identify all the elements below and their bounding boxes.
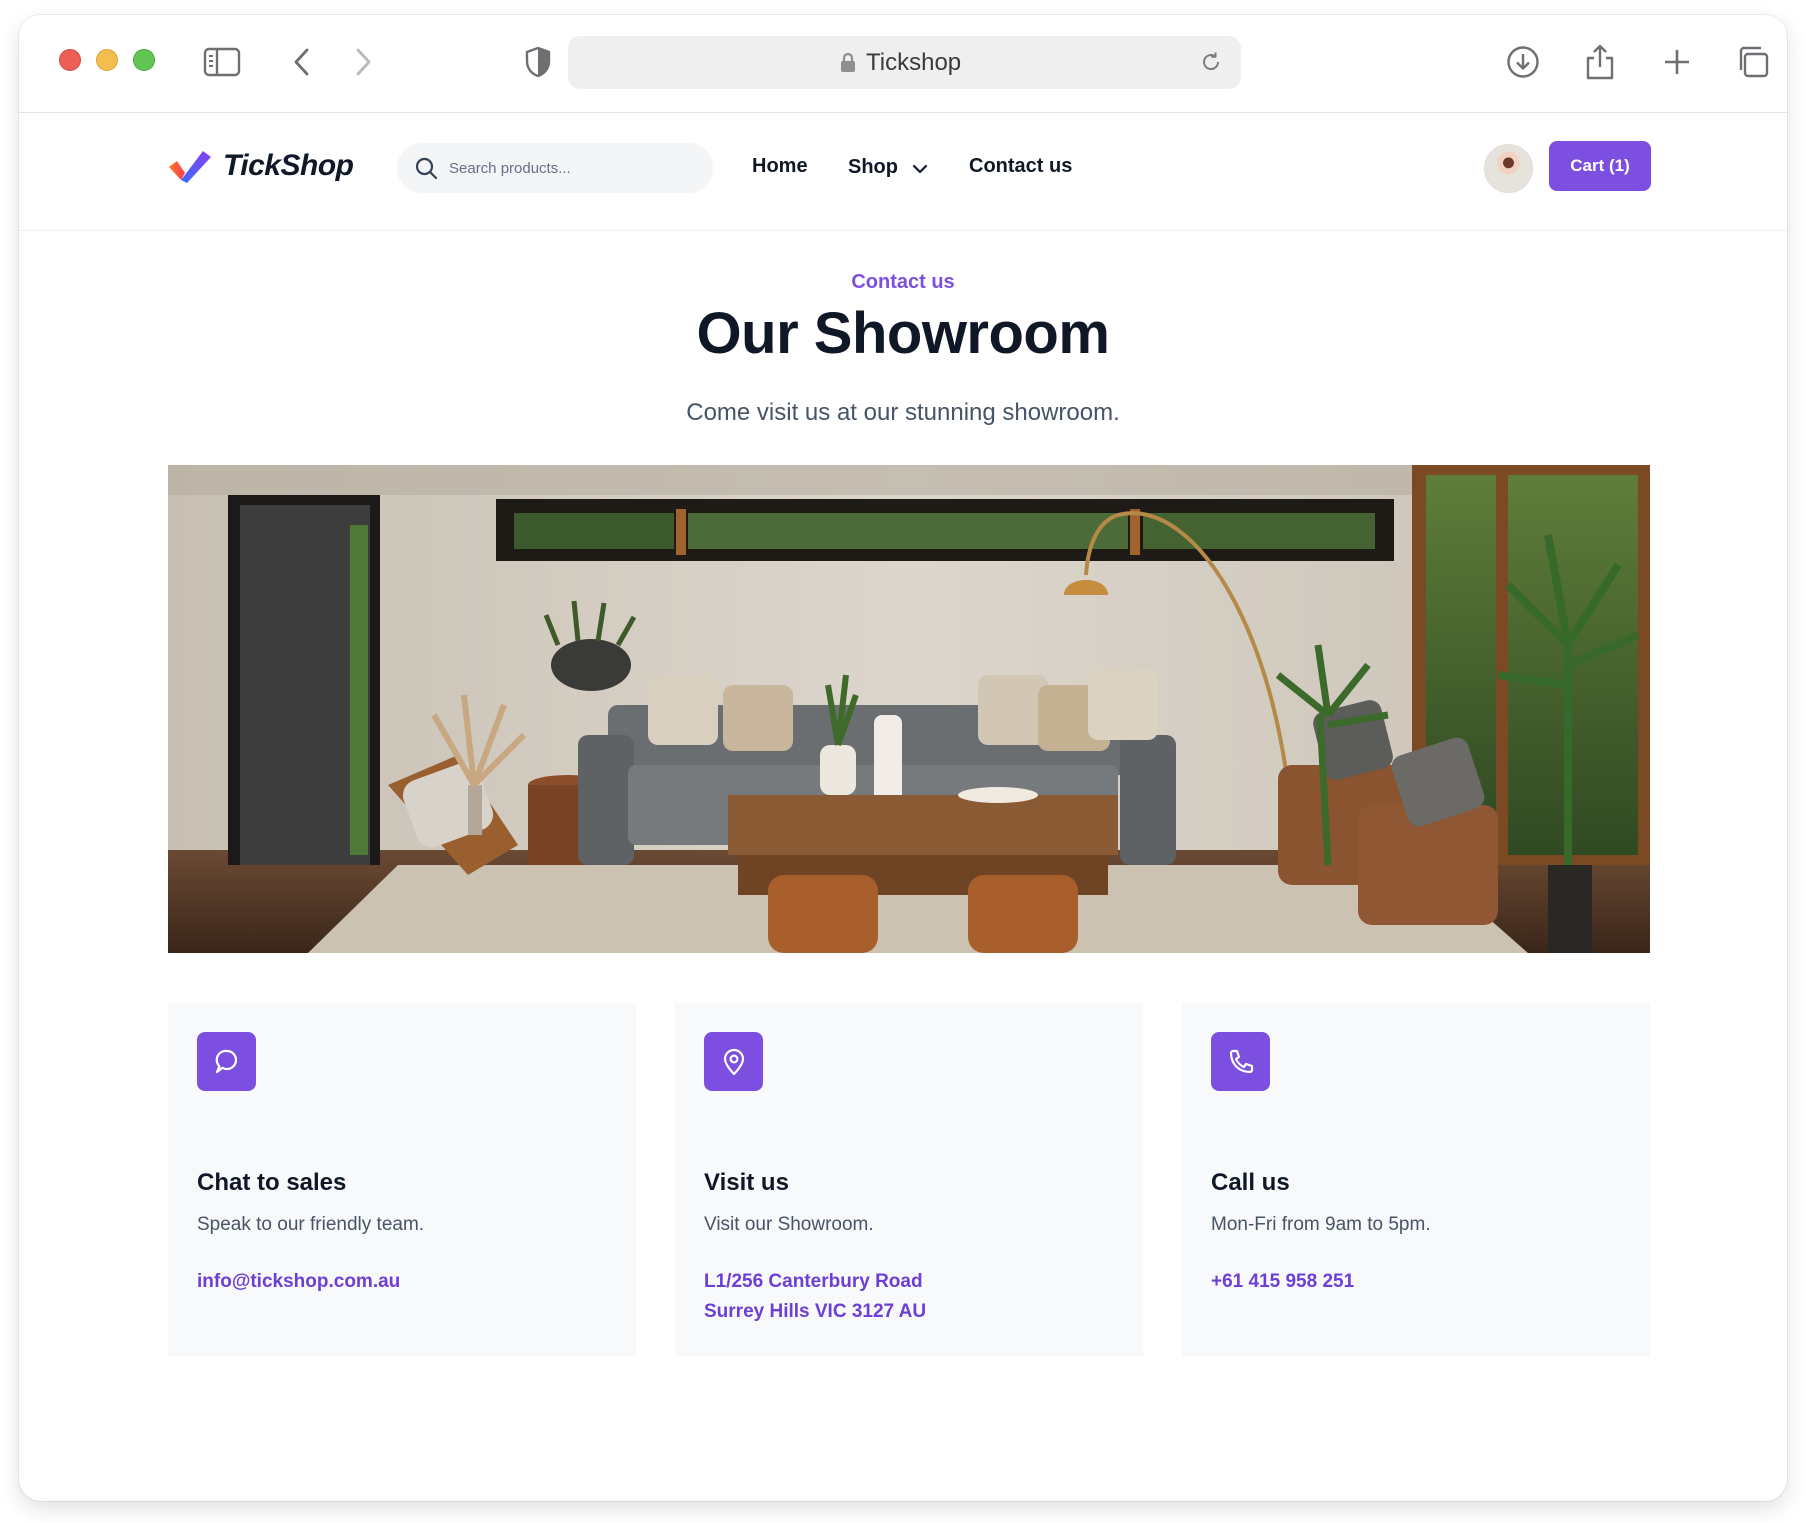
downloads-icon[interactable] (1503, 42, 1543, 82)
search-bar[interactable] (397, 143, 713, 193)
reload-icon[interactable] (1199, 50, 1223, 79)
search-input[interactable] (449, 156, 699, 180)
phone-link[interactable]: +61 415 958 251 (1211, 1267, 1354, 1297)
section-eyebrow: Contact us (851, 271, 955, 293)
browser-toolbar: Tickshop (19, 15, 1787, 113)
tickshop-logo[interactable]: TickShop (167, 149, 354, 183)
address-line-1: L1/256 Canterbury Road (704, 1271, 923, 1292)
address-line-2: Surrey Hills VIC 3127 AU (704, 1301, 927, 1322)
map-pin-icon (704, 1032, 763, 1091)
lock-icon (840, 52, 856, 78)
tab-overview-icon[interactable] (1733, 42, 1773, 82)
card-title: Visit us (704, 1169, 789, 1196)
card-description: Visit our Showroom. (704, 1214, 874, 1235)
card-title: Chat to sales (197, 1169, 347, 1196)
nav-home[interactable]: Home (752, 155, 808, 178)
back-icon[interactable] (282, 42, 322, 82)
contact-card-visit: Visit us Visit our Showroom. L1/256 Cant… (675, 1003, 1143, 1356)
contact-card-chat: Chat to sales Speak to our friendly team… (168, 1003, 636, 1356)
minimize-window-button[interactable] (96, 49, 118, 71)
new-tab-icon[interactable] (1657, 42, 1697, 82)
chat-bubble-icon (197, 1032, 256, 1091)
card-title: Call us (1211, 1169, 1290, 1196)
forward-icon[interactable] (343, 42, 383, 82)
nav-shop-label: Shop (848, 156, 898, 178)
address-bar-text: Tickshop (866, 49, 962, 76)
search-icon (415, 157, 438, 185)
nav-shop[interactable]: Shop (848, 155, 928, 180)
browser-window: Tickshop TickShop Search products... Hom… (19, 15, 1787, 1501)
address-link[interactable]: L1/256 Canterbury Road Surrey Hills VIC … (704, 1267, 926, 1327)
nav-contact-us[interactable]: Contact us (969, 155, 1072, 178)
user-avatar[interactable] (1484, 144, 1533, 193)
phone-icon (1211, 1032, 1270, 1091)
privacy-shield-icon[interactable] (518, 42, 558, 82)
cart-button[interactable]: Cart (1) (1549, 141, 1651, 191)
phone-link-text: +61 415 958 251 (1211, 1271, 1355, 1292)
tickshop-logo-mark (169, 151, 211, 183)
chevron-down-icon (912, 157, 928, 180)
close-window-button[interactable] (59, 49, 81, 71)
page-title: Our Showroom (696, 301, 1110, 366)
page-subtitle: Come visit us at our stunning showroom. (686, 399, 1120, 426)
card-description: Speak to our friendly team. (197, 1214, 425, 1235)
card-description: Mon-Fri from 9am to 5pm. (1211, 1214, 1431, 1235)
showroom-image (168, 465, 1650, 953)
email-link[interactable]: info@tickshop.com.au (197, 1267, 400, 1297)
maximize-window-button[interactable] (133, 49, 155, 71)
address-bar[interactable]: Tickshop (568, 36, 1241, 89)
contact-card-call: Call us Mon-Fri from 9am to 5pm. +61 415… (1182, 1003, 1650, 1356)
logo-text: TickShop (223, 149, 354, 182)
share-icon[interactable] (1580, 42, 1620, 82)
sidebar-toggle-icon[interactable] (202, 42, 242, 82)
email-link-text: info@tickshop.com.au (197, 1271, 401, 1292)
site-header: TickShop Home Shop Contact us Cart (1) (19, 113, 1787, 231)
